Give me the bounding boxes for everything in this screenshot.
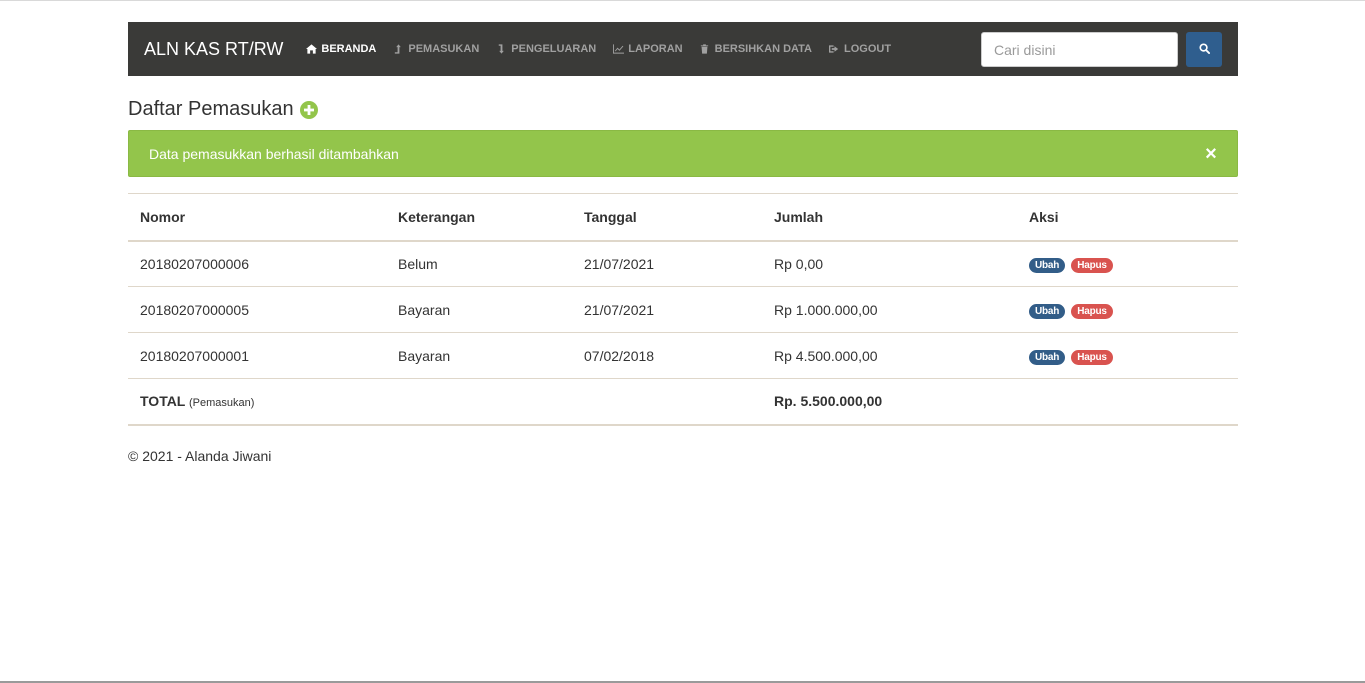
cell-aksi: Ubah Hapus [1017,286,1238,333]
nav-item-laporan[interactable]: LAPORAN [612,43,683,55]
search-icon [1198,42,1210,57]
line-chart-icon [612,44,624,54]
cell-tanggal: 07/02/2018 [572,332,762,379]
total-label: TOTAL [140,393,186,410]
cell-nomor: 20180207000005 [128,286,386,333]
page-title-row: Daftar Pemasukan [128,98,318,121]
alert-message: Data pemasukkan berhasil ditambahkan [149,145,399,162]
empty-cell [1017,378,1238,426]
plus-circle-icon[interactable] [299,100,318,119]
table-header-row: Nomor Keterangan Tanggal Jumlah Aksi [128,193,1238,242]
column-header-tanggal: Tanggal [572,193,762,242]
cell-aksi: Ubah Hapus [1017,240,1238,287]
arrow-up-icon [392,44,404,54]
cell-keterangan: Belum [386,240,572,287]
nav-item-label: PENGELUARAN [511,43,597,55]
trash-icon [699,44,711,54]
navbar: ALN KAS RT/RW BERANDA PEMASUKAN PENGELUA… [128,22,1238,76]
nav-item-pemasukan[interactable]: PEMASUKAN [392,43,479,55]
nav-item-label: PEMASUKAN [408,43,480,55]
edit-button[interactable]: Ubah [1029,349,1066,365]
edit-button[interactable]: Ubah [1029,257,1066,273]
close-icon[interactable]: × [1203,144,1219,164]
total-row: TOTAL (Pemasukan) Rp. 5.500.000,00 [128,378,1238,426]
page-container: ALN KAS RT/RW BERANDA PEMASUKAN PENGELUA… [128,22,1238,464]
search-button[interactable] [1186,32,1222,67]
brand-title[interactable]: ALN KAS RT/RW [144,39,283,60]
nav-item-logout[interactable]: LOGOUT [828,43,891,55]
nav-menu: BERANDA PEMASUKAN PENGELUARAN LAPORAN BE… [305,43,907,55]
table-row: 20180207000005 Bayaran 21/07/2021 Rp 1.0… [128,286,1238,333]
nav-item-pengeluaran[interactable]: PENGELUARAN [495,43,596,55]
edit-button[interactable]: Ubah [1029,303,1066,319]
nav-item-label: LOGOUT [844,43,892,55]
delete-button[interactable]: Hapus [1071,349,1113,365]
cell-aksi: Ubah Hapus [1017,332,1238,379]
footer-copyright: © 2021 - Alanda Jiwani [128,448,272,464]
logout-icon [828,44,840,54]
search-input[interactable] [981,32,1178,67]
empty-cell [572,378,762,426]
column-header-nomor: Nomor [128,193,386,242]
nav-item-beranda[interactable]: BERANDA [305,43,376,55]
delete-button[interactable]: Hapus [1071,257,1113,273]
cell-tanggal: 21/07/2021 [572,286,762,333]
arrow-down-icon [495,44,507,54]
nav-item-label: BERSIHKAN DATA [714,43,812,55]
cell-jumlah: Rp 1.000.000,00 [762,286,1017,333]
pemasukan-table: Nomor Keterangan Tanggal Jumlah Aksi 201… [128,193,1238,426]
delete-button[interactable]: Hapus [1071,303,1113,319]
nav-item-label: BERANDA [321,43,377,55]
total-sublabel: (Pemasukan) [189,397,255,410]
cell-nomor: 20180207000006 [128,240,386,287]
cell-nomor: 20180207000001 [128,332,386,379]
column-header-aksi: Aksi [1017,193,1238,242]
nav-item-bersihkan-data[interactable]: BERSIHKAN DATA [699,43,812,55]
cell-keterangan: Bayaran [386,286,572,333]
total-label-cell: TOTAL (Pemasukan) [128,378,386,426]
total-value: Rp. 5.500.000,00 [762,378,1017,426]
success-alert: Data pemasukkan berhasil ditambahkan × [128,130,1238,177]
home-icon [305,44,317,54]
page-title: Daftar Pemasukan [128,98,294,120]
cell-jumlah: Rp 0,00 [762,240,1017,287]
cell-jumlah: Rp 4.500.000,00 [762,332,1017,379]
table-row: 20180207000001 Bayaran 07/02/2018 Rp 4.5… [128,332,1238,379]
empty-cell [386,378,572,426]
cell-tanggal: 21/07/2021 [572,240,762,287]
column-header-jumlah: Jumlah [762,193,1017,242]
table-row: 20180207000006 Belum 21/07/2021 Rp 0,00 … [128,240,1238,287]
column-header-keterangan: Keterangan [386,193,572,242]
top-border [0,0,1365,1]
nav-item-label: LAPORAN [628,43,683,55]
cell-keterangan: Bayaran [386,332,572,379]
